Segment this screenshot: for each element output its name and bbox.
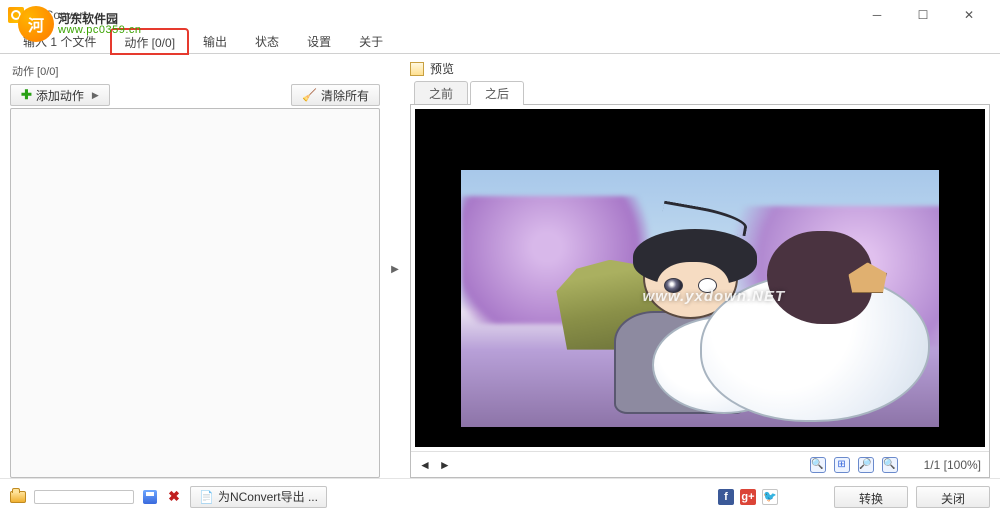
tab-status[interactable]: 状态	[242, 28, 292, 53]
statusbar: ✖ 📄 为NConvert导出 ... f g+ 🐦 转换 关闭	[0, 478, 1000, 514]
tab-settings[interactable]: 设置	[294, 28, 344, 53]
page-info: 1/1 [100%]	[924, 458, 981, 472]
window-controls: ─ ☐ ✕	[854, 0, 992, 30]
export-nconvert-button[interactable]: 📄 为NConvert导出 ...	[190, 486, 327, 508]
open-folder-button[interactable]	[10, 489, 26, 505]
add-action-button[interactable]: ✚ 添加动作 ▶	[10, 84, 110, 106]
preview-header: 预览	[410, 60, 990, 77]
collapse-handle[interactable]: ▶	[388, 60, 402, 478]
fit-window-button[interactable]: ⊞	[834, 457, 850, 473]
export-label: 为NConvert导出 ...	[218, 488, 318, 505]
picture-icon	[410, 62, 424, 76]
clear-all-label: 清除所有	[321, 87, 369, 104]
main-tabs: 输入 1 个文件 动作 [0/0] 输出 状态 设置 关于	[0, 30, 1000, 54]
close-button[interactable]: ✕	[946, 0, 992, 30]
minimize-button[interactable]: ─	[854, 0, 900, 30]
preview-image[interactable]: www.yxdown.NET	[415, 109, 985, 447]
preview-title: 预览	[430, 60, 454, 77]
zoom-actual-button[interactable]: 🔎	[858, 457, 874, 473]
tab-about[interactable]: 关于	[346, 28, 396, 53]
progress-bar	[34, 490, 134, 504]
twitter-icon[interactable]: 🐦	[762, 489, 778, 505]
zoom-out-button[interactable]: 🔍	[882, 457, 898, 473]
tab-after[interactable]: 之后	[470, 81, 524, 105]
titlebar: XnConvert ─ ☐ ✕	[0, 0, 1000, 30]
facebook-icon[interactable]: f	[718, 489, 734, 505]
script-icon: 📄	[199, 490, 214, 504]
image-watermark: www.yxdown.NET	[643, 288, 786, 305]
chevron-down-icon: ▶	[92, 90, 99, 101]
close-app-button[interactable]: 关闭	[916, 486, 990, 508]
preview-frame: www.yxdown.NET ◄ ► 🔍 ⊞ 🔎 🔍 1/1 [100%]	[410, 104, 990, 478]
tab-before[interactable]: 之前	[414, 81, 468, 105]
broom-icon: 🧹	[302, 88, 317, 102]
delete-script-button[interactable]: ✖	[166, 489, 182, 505]
maximize-button[interactable]: ☐	[900, 0, 946, 30]
save-script-button[interactable]	[142, 489, 158, 505]
actions-header: 动作 [0/0]	[10, 60, 380, 82]
googleplus-icon[interactable]: g+	[740, 489, 756, 505]
preview-tabs: 之前 之后	[410, 81, 990, 105]
add-action-label: 添加动作	[36, 87, 84, 104]
window-title: XnConvert	[30, 8, 854, 22]
actions-toolbar: ✚ 添加动作 ▶ 🧹 清除所有	[10, 84, 380, 106]
convert-button[interactable]: 转换	[834, 486, 908, 508]
tab-output[interactable]: 输出	[190, 28, 240, 53]
clear-all-button[interactable]: 🧹 清除所有	[291, 84, 380, 106]
app-icon	[8, 7, 24, 23]
next-image-button[interactable]: ►	[439, 458, 451, 472]
plus-icon: ✚	[21, 87, 32, 103]
social-links: f g+ 🐦	[718, 489, 778, 505]
prev-image-button[interactable]: ◄	[419, 458, 431, 472]
zoom-in-button[interactable]: 🔍	[810, 457, 826, 473]
preview-toolbar: ◄ ► 🔍 ⊞ 🔎 🔍 1/1 [100%]	[411, 451, 989, 477]
tab-input[interactable]: 输入 1 个文件	[10, 28, 109, 53]
preview-pane: 预览 之前 之后	[410, 60, 990, 478]
tab-actions[interactable]: 动作 [0/0]	[111, 29, 188, 54]
actions-pane: 动作 [0/0] ✚ 添加动作 ▶ 🧹 清除所有	[10, 60, 380, 478]
main-content: 动作 [0/0] ✚ 添加动作 ▶ 🧹 清除所有 ▶ 预览 之前 之后	[0, 54, 1000, 478]
actions-list[interactable]	[10, 108, 380, 478]
